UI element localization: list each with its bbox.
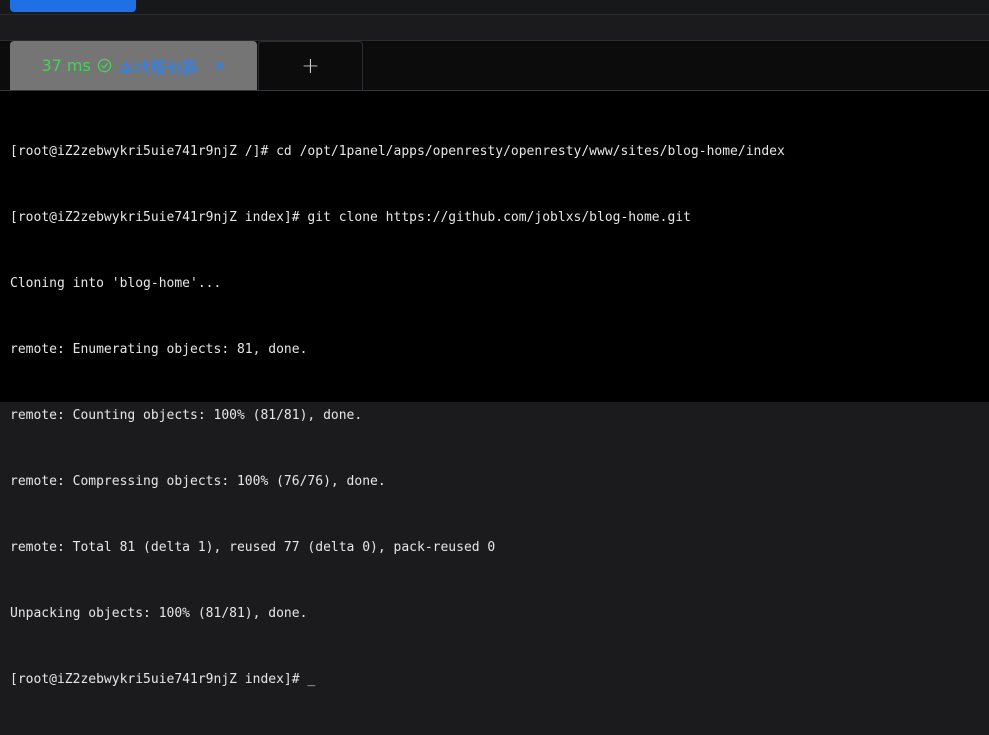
terminal-line: Unpacking objects: 100% (81/81), done. bbox=[10, 606, 308, 621]
terminal-prompt-line: [root@iZ2zebwykri5uie741r9njZ index]# _ bbox=[10, 669, 785, 691]
plus-icon: + bbox=[301, 53, 320, 79]
terminal-tab-bar: 37 ms 本地服务器 × + bbox=[0, 40, 989, 91]
toolbar-spacer bbox=[0, 15, 989, 40]
close-icon[interactable]: × bbox=[214, 58, 226, 74]
terminal-cursor: _ bbox=[307, 672, 316, 687]
terminal-line: remote: Counting objects: 100% (81/81), … bbox=[10, 408, 363, 423]
add-tab-button[interactable]: + bbox=[258, 41, 363, 90]
terminal-line: [root@iZ2zebwykri5uie741r9njZ index]# gi… bbox=[10, 210, 691, 225]
toolbar-action-button[interactable] bbox=[10, 0, 136, 12]
terminal-line: remote: Enumerating objects: 81, done. bbox=[10, 342, 308, 357]
terminal-line: [root@iZ2zebwykri5uie741r9njZ /]# cd /op… bbox=[10, 144, 785, 159]
tab-local-server[interactable]: 37 ms 本地服务器 × bbox=[10, 41, 257, 90]
terminal-line: Cloning into 'blog-home'... bbox=[10, 276, 222, 291]
terminal-output[interactable]: [root@iZ2zebwykri5uie741r9njZ /]# cd /op… bbox=[0, 90, 989, 687]
terminal-line: remote: Compressing objects: 100% (76/76… bbox=[10, 474, 386, 489]
top-toolbar bbox=[0, 0, 989, 15]
check-circle-icon bbox=[97, 58, 112, 73]
terminal-lines: [root@iZ2zebwykri5uie741r9njZ /]# cd /op… bbox=[10, 97, 785, 735]
server-name-label: 本地服务器 bbox=[117, 57, 198, 77]
terminal-line: remote: Total 81 (delta 1), reused 77 (d… bbox=[10, 540, 496, 555]
latency-label: 37 ms bbox=[41, 56, 91, 75]
terminal-prompt: [root@iZ2zebwykri5uie741r9njZ index]# bbox=[10, 672, 308, 687]
